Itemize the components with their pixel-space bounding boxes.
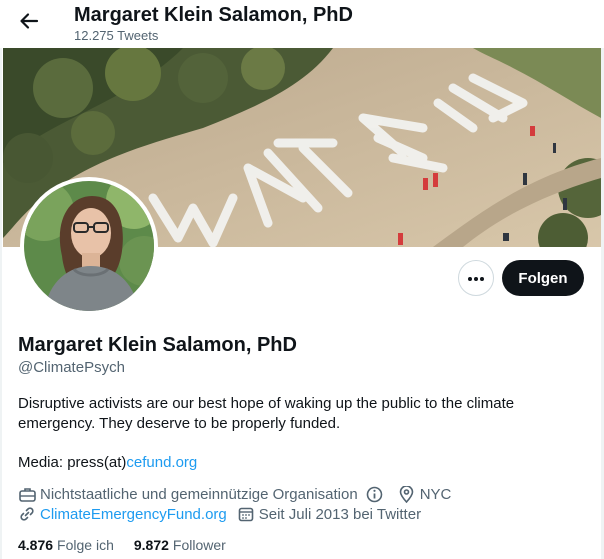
profile-bio: Disruptive activists are our best hope o…	[18, 395, 515, 432]
profile-media-line: Media: press(at)cefund.org	[18, 454, 197, 471]
followers-stat[interactable]: 9.872 Follower	[134, 537, 226, 553]
joined-item: Seit Juli 2013 bei Twitter	[237, 505, 421, 523]
location-item: NYC	[398, 485, 452, 503]
profile-meta-row-1: Nichtstaatliche und gemeinnützige Organi…	[18, 485, 461, 503]
briefcase-icon	[18, 485, 36, 503]
category-item: Nichtstaatliche und gemeinnützige Organi…	[18, 485, 388, 503]
following-stat[interactable]: 4.876 Folge ich	[18, 537, 114, 553]
profile-meta-row-2: ClimateEmergencyFund.org Seit Juli 2013 …	[18, 505, 431, 523]
back-button[interactable]	[12, 6, 46, 40]
media-prefix: Media: press(at)	[18, 454, 127, 471]
info-icon[interactable]	[366, 485, 384, 503]
more-options-button[interactable]	[458, 260, 494, 296]
location-pin-icon	[398, 485, 416, 503]
website-link[interactable]: ClimateEmergencyFund.org	[40, 506, 227, 523]
header-title: Margaret Klein Salamon, PhD	[74, 4, 353, 26]
profile-handle: @ClimatePsych	[18, 359, 125, 376]
more-horizontal-icon	[467, 269, 485, 287]
link-icon	[18, 505, 36, 523]
follow-button[interactable]: Folgen	[502, 260, 584, 296]
following-label: Folge ich	[57, 537, 114, 553]
avatar[interactable]	[24, 181, 154, 311]
arrow-left-icon	[19, 11, 39, 36]
joined-text: Seit Juli 2013 bei Twitter	[258, 505, 422, 523]
profile-header: Margaret Klein Salamon, PhD 12.275 Tweet…	[0, 0, 604, 48]
media-link[interactable]: cefund.org	[126, 454, 197, 471]
calendar-icon	[237, 505, 255, 523]
tweet-count: 12.275 Tweets	[74, 28, 159, 43]
website-item: ClimateEmergencyFund.org	[18, 505, 227, 523]
profile-name: Margaret Klein Salamon, PhD	[18, 334, 297, 356]
location-text: NYC	[419, 485, 452, 503]
following-count: 4.876	[18, 537, 54, 553]
profile-avatar-frame[interactable]	[20, 177, 158, 315]
followers-label: Follower	[172, 537, 226, 553]
left-border	[0, 48, 2, 559]
followers-count: 9.872	[133, 537, 169, 553]
avatar-image	[24, 181, 154, 311]
category-text: Nichtstaatliche und gemeinnützige Organi…	[40, 485, 358, 503]
follow-stats: 4.876 Folge ich 9.872 Follower	[18, 537, 246, 553]
